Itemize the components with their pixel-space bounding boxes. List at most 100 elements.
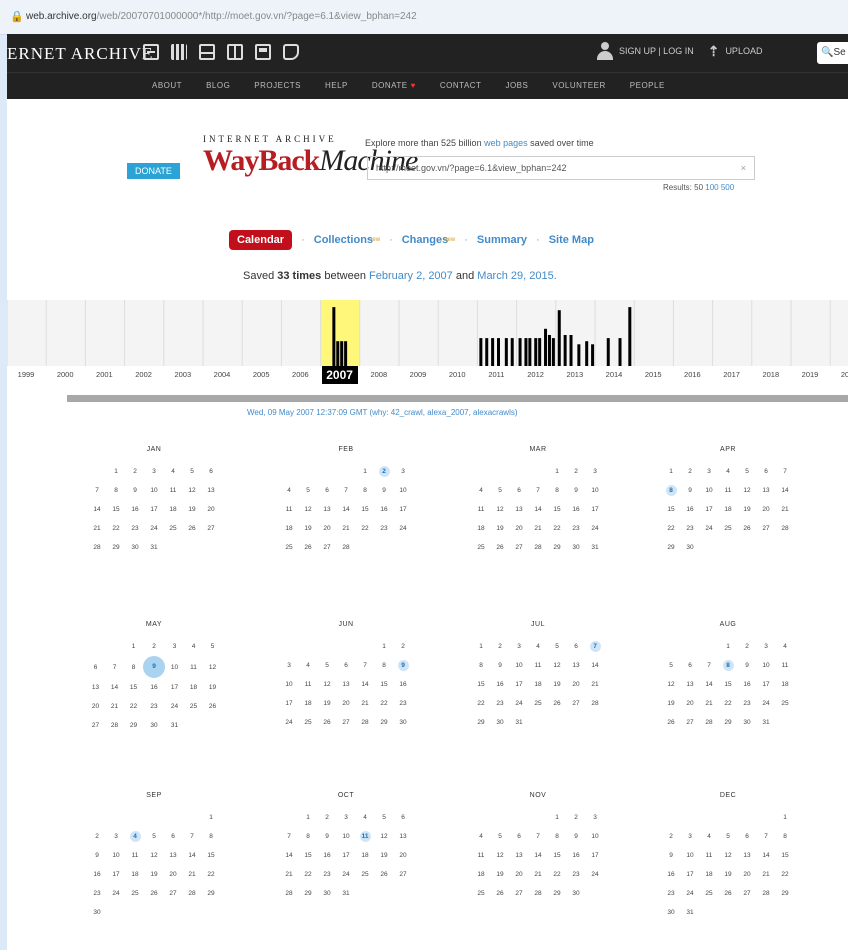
capture-bar[interactable] [585, 341, 589, 366]
clear-icon[interactable]: × [741, 157, 746, 179]
year-label-2004[interactable]: 2004 [207, 370, 237, 379]
subnav-item-projects[interactable]: PROJECTS [254, 81, 301, 90]
capture-bar[interactable] [344, 341, 348, 366]
tab-collections[interactable]: Collections [314, 234, 373, 246]
capture-marker[interactable]: 4 [129, 831, 141, 842]
capture-marker[interactable]: 9 [143, 656, 165, 678]
subnav-item-help[interactable]: HELP [325, 81, 348, 90]
capture-marker[interactable]: 8 [665, 485, 677, 496]
capture-bar[interactable] [340, 341, 344, 366]
year-label-2002[interactable]: 2002 [129, 370, 159, 379]
capture-bar[interactable] [485, 338, 489, 366]
subnav-item-about[interactable]: ABOUT [152, 81, 182, 90]
year-label-2012[interactable]: 2012 [521, 370, 551, 379]
subnav-item-contact[interactable]: CONTACT [440, 81, 482, 90]
day-cell[interactable]: 4 [126, 827, 145, 846]
subnav-item-donate[interactable]: DONATE ♥ [372, 81, 416, 90]
video-icon[interactable] [199, 44, 215, 60]
capture-bar[interactable] [544, 328, 548, 366]
capture-bar[interactable] [563, 335, 567, 366]
texts-icon[interactable] [171, 44, 187, 60]
audio-icon[interactable] [227, 44, 243, 60]
subnav-item-jobs[interactable]: JOBS [505, 81, 528, 90]
capture-bar[interactable] [524, 338, 528, 366]
tab-site-map[interactable]: Site Map [549, 234, 594, 246]
first-capture-link[interactable]: February 2, 2007 [369, 270, 453, 282]
capture-bar[interactable] [497, 338, 500, 366]
tab-calendar[interactable]: Calendar [229, 230, 293, 250]
year-label-2014[interactable]: 2014 [599, 370, 629, 379]
capture-bar[interactable] [491, 338, 495, 366]
subnav-item-blog[interactable]: BLOG [206, 81, 230, 90]
year-label-2017[interactable]: 2017 [717, 370, 747, 379]
tab-changes[interactable]: Changes [402, 234, 448, 246]
year-label-2008[interactable]: 2008 [364, 370, 394, 379]
capture-bar[interactable] [534, 338, 538, 366]
capture-bar[interactable] [332, 307, 336, 366]
year-label-2020[interactable]: 2020 [834, 370, 848, 379]
capture-marker[interactable]: 11 [359, 831, 371, 842]
tab-summary[interactable]: Summary [477, 234, 527, 246]
capture-marker[interactable]: 7 [589, 641, 601, 652]
year-label-2011[interactable]: 2011 [481, 370, 511, 379]
year-label-2003[interactable]: 2003 [168, 370, 198, 379]
results-link[interactable]: 100 500 [705, 183, 734, 192]
capture-bar[interactable] [606, 338, 610, 366]
year-label-2016[interactable]: 2016 [677, 370, 707, 379]
search-box[interactable]: 🔍Se [817, 42, 848, 64]
images-icon[interactable] [283, 44, 299, 60]
year-label-2009[interactable]: 2009 [403, 370, 433, 379]
browser-url-bar[interactable]: 🔒 web.archive.org/web/20070701000000*/ht… [0, 0, 848, 35]
year-label-2007[interactable]: 2007 [321, 366, 358, 384]
day-cell[interactable]: 8 [662, 481, 681, 500]
capture-bar[interactable] [557, 310, 561, 366]
upload-icon[interactable]: ⇡ [708, 43, 720, 60]
web-pages-link[interactable]: web pages [484, 138, 528, 148]
capture-marker[interactable]: 9 [397, 660, 409, 671]
donate-button[interactable]: DONATE [127, 163, 180, 179]
capture-bar[interactable] [547, 335, 551, 366]
capture-bar[interactable] [510, 338, 514, 366]
wayback-url-input[interactable]: http://moet.gov.vn/?page=6.1&view_bphan=… [367, 156, 755, 180]
web-icon[interactable] [143, 44, 159, 60]
url-text[interactable]: web.archive.org/web/20070701000000*/http… [26, 11, 417, 22]
capture-bar[interactable] [336, 341, 340, 366]
capture-info[interactable]: Wed, 09 May 2007 12:37:09 GMT (why: 42_c… [247, 408, 518, 417]
timeline-scrollbar[interactable] [67, 395, 848, 402]
day-cell[interactable]: 8 [719, 656, 738, 675]
capture-bar[interactable] [528, 338, 532, 366]
capture-bar[interactable] [577, 344, 581, 366]
capture-bar[interactable] [628, 307, 632, 366]
software-icon[interactable] [255, 44, 271, 60]
signup-login-link[interactable]: SIGN UP | LOG IN [619, 46, 694, 56]
year-label-2006[interactable]: 2006 [285, 370, 315, 379]
capture-bar[interactable] [504, 338, 508, 366]
timeline-sparkline[interactable] [7, 300, 848, 366]
capture-bar[interactable] [551, 338, 555, 366]
capture-bar[interactable] [518, 338, 522, 366]
year-label-2019[interactable]: 2019 [795, 370, 825, 379]
ia-brand[interactable]: ERNET ARCHIVE [7, 44, 153, 64]
year-label-1999[interactable]: 1999 [11, 370, 41, 379]
upload-link[interactable]: UPLOAD [725, 46, 762, 56]
year-label-2005[interactable]: 2005 [246, 370, 276, 379]
year-label-2013[interactable]: 2013 [560, 370, 590, 379]
capture-bar[interactable] [569, 335, 573, 366]
year-label-2001[interactable]: 2001 [89, 370, 119, 379]
day-cell[interactable]: 2 [375, 462, 394, 481]
year-label-2010[interactable]: 2010 [442, 370, 472, 379]
day-cell[interactable]: 9 [143, 656, 165, 678]
capture-bar[interactable] [479, 338, 483, 366]
capture-bar[interactable] [538, 338, 542, 366]
capture-marker[interactable]: 8 [722, 660, 734, 671]
last-capture-link[interactable]: March 29, 2015. [477, 270, 557, 282]
year-label-2015[interactable]: 2015 [638, 370, 668, 379]
year-label-2000[interactable]: 2000 [50, 370, 80, 379]
day-cell[interactable]: 7 [586, 637, 605, 656]
capture-marker[interactable]: 2 [378, 466, 390, 477]
day-cell[interactable]: 9 [394, 656, 413, 675]
day-cell[interactable]: 11 [356, 827, 375, 846]
capture-bar[interactable] [618, 338, 622, 366]
subnav-item-volunteer[interactable]: VOLUNTEER [552, 81, 605, 90]
subnav-item-people[interactable]: PEOPLE [630, 81, 665, 90]
